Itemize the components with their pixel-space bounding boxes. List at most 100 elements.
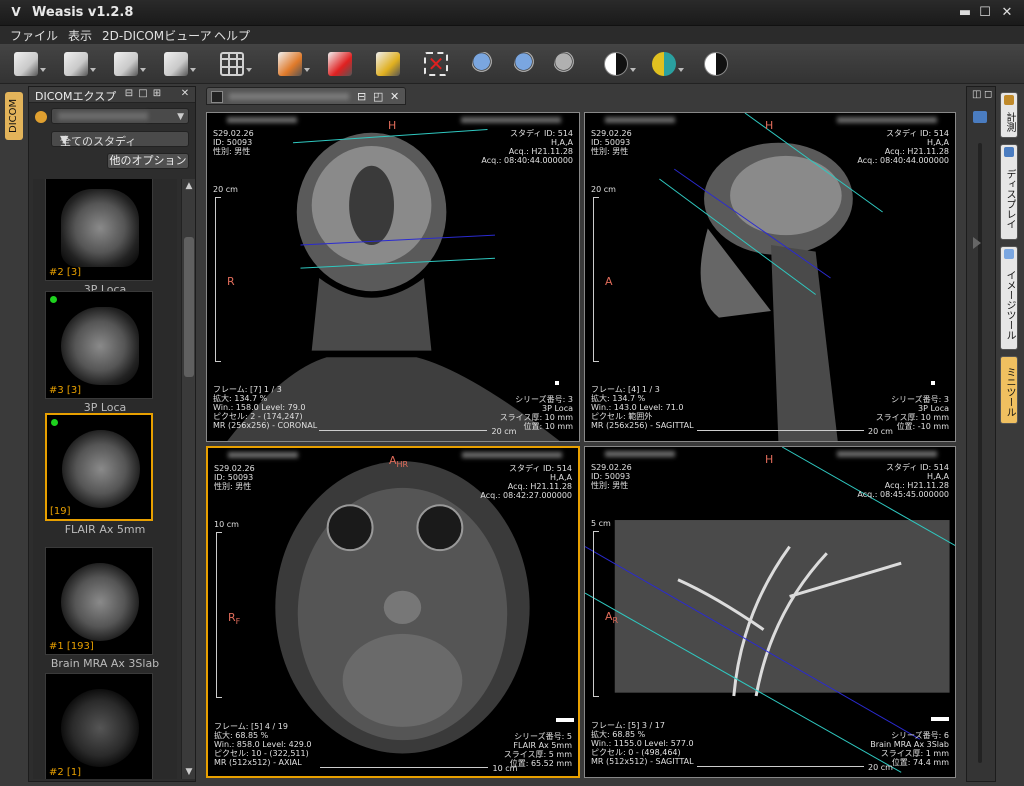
rotate-reset-button[interactable] xyxy=(326,50,354,78)
synchronize-icon xyxy=(278,52,302,76)
zoom-in-button[interactable] xyxy=(470,50,498,78)
other-options-button[interactable]: 他のオプション xyxy=(107,153,189,169)
zoom-fit-button[interactable] xyxy=(512,50,540,78)
zoom-actual-button[interactable] xyxy=(552,50,580,78)
lut-color-button[interactable] xyxy=(650,50,684,78)
vertical-scale-label: 10 cm xyxy=(214,520,239,529)
patient-name-blurred xyxy=(228,452,298,458)
tab-mini-tools-label: ミニツール xyxy=(1004,367,1015,417)
viewer-tab[interactable]: ⊟ ◰ ✕ xyxy=(206,87,406,105)
image-pane-mra[interactable]: H AR S29.02.26 ID: 50093 性別: 男性 スタディ ID: 51… xyxy=(584,446,956,778)
tab-minimize-button[interactable]: ⊟ xyxy=(357,90,366,103)
close-button[interactable]: ✕ xyxy=(998,4,1016,22)
thumbnail-scrollbar[interactable]: ▲ ▼ xyxy=(181,179,195,779)
explorer-minimize-button[interactable]: ⊟ xyxy=(123,88,135,99)
viewer-tab-icon xyxy=(211,91,223,103)
delete-annotation-button[interactable]: ✕ xyxy=(422,50,450,78)
slice-slider-knob[interactable] xyxy=(973,237,981,249)
right-dock: ◫ ◻ xyxy=(966,86,996,782)
dropdown-arrow-icon[interactable] xyxy=(678,68,684,72)
scroll-thumb[interactable] xyxy=(184,237,194,377)
invert-lut-icon xyxy=(704,52,728,76)
weasis-logo-icon: V xyxy=(11,5,21,19)
horizontal-ruler xyxy=(319,427,488,431)
export-dicom-button[interactable] xyxy=(112,50,146,78)
tab-close-button[interactable]: ✕ xyxy=(390,90,399,103)
orientation-left: AR xyxy=(605,609,619,625)
scroll-up-icon[interactable]: ▲ xyxy=(182,179,196,193)
series-thumbnail[interactable]: #2 [1] xyxy=(45,673,153,779)
frame-indicator xyxy=(931,717,949,721)
overlay-top-right: スタディ ID: 514 H,A,A Acq.: H21.11.28 Acq.:… xyxy=(857,129,949,165)
import-dicom-button[interactable] xyxy=(62,50,96,78)
slice-slider-track[interactable] xyxy=(978,143,982,763)
dock-layout-button[interactable]: ◫ xyxy=(972,89,981,100)
synchronize-button[interactable] xyxy=(276,50,310,78)
menu-view[interactable]: 表示 xyxy=(68,27,92,44)
menu-file[interactable]: ファイル xyxy=(10,27,58,44)
minimize-button[interactable]: ▬ xyxy=(956,4,974,22)
institution-blurred xyxy=(462,452,562,458)
overlay-bottom-right: シリーズ番号: 6 Brain MRA Ax 3Slab スライス厚: 1 mm… xyxy=(870,731,949,767)
series-thumbnail[interactable]: #1 [193] xyxy=(45,547,153,655)
study-select[interactable]: 全てのスタディ ▼ xyxy=(51,131,189,148)
explorer-title: DICOMエクスプ xyxy=(35,90,117,103)
title-bar: V Weasis v1.2.8 ▬ ☐ ✕ xyxy=(0,0,1024,26)
window-level-button[interactable] xyxy=(602,50,636,78)
dropdown-arrow-icon[interactable] xyxy=(190,68,196,72)
orientation-top: H xyxy=(388,119,397,132)
explorer-close-button[interactable]: ✕ xyxy=(179,88,191,99)
annotation-select-button[interactable] xyxy=(374,50,402,78)
series-thumbnail[interactable]: [19] xyxy=(45,413,153,521)
explorer-float-button[interactable]: ⊞ xyxy=(151,88,163,99)
dropdown-arrow-icon[interactable] xyxy=(246,68,252,72)
dicom-side-tab[interactable]: DICOM xyxy=(5,92,23,140)
series-sync-icon[interactable] xyxy=(973,111,987,123)
menu-2d-viewer[interactable]: 2D-DICOMビューア xyxy=(102,27,212,44)
tab-measure[interactable]: 計測 xyxy=(1000,92,1018,138)
window-title: Weasis v1.2.8 xyxy=(32,5,134,20)
layout-grid-button[interactable] xyxy=(218,50,252,78)
series-thumbnail[interactable]: #2 [3] xyxy=(45,179,153,281)
patient-select[interactable]: ▼ xyxy=(51,108,189,124)
dropdown-arrow-icon[interactable] xyxy=(40,68,46,72)
overlay-top-right: スタディ ID: 514 H,A,A Acq.: H21.11.28 Acq.:… xyxy=(481,129,573,165)
institution-blurred xyxy=(461,117,561,123)
dropdown-arrow-icon[interactable] xyxy=(304,68,310,72)
horizontal-ruler-label: 20 cm xyxy=(868,427,893,436)
invert-lut-button[interactable] xyxy=(702,50,730,78)
institution-blurred xyxy=(837,117,937,123)
frame-indicator xyxy=(555,381,559,385)
tab-mini-tools[interactable]: ミニツール xyxy=(1000,356,1018,424)
dropdown-arrow-icon[interactable] xyxy=(140,68,146,72)
loaded-indicator-dot xyxy=(50,296,57,303)
image-viewer-grid: H R S29.02.26 ID: 50093 性別: 男性 スタディ ID: 514… xyxy=(204,106,962,784)
dropdown-arrow-icon[interactable] xyxy=(630,68,636,72)
scroll-down-icon[interactable]: ▼ xyxy=(182,765,196,779)
maximize-button[interactable]: ☐ xyxy=(976,4,994,22)
import-dicom-icon xyxy=(64,52,88,76)
orientation-left: R xyxy=(227,274,235,288)
horizontal-ruler-label: 20 cm xyxy=(868,763,893,772)
tab-maximize-button[interactable]: ◰ xyxy=(373,90,383,103)
image-pane-sagittal[interactable]: H A S29.02.26 ID: 50093 性別: 男性 スタディ ID: 514… xyxy=(584,112,956,442)
open-dicom-cd-button[interactable] xyxy=(12,50,46,78)
menu-help[interactable]: ヘルプ xyxy=(214,27,250,44)
thumbnail-image xyxy=(61,307,139,385)
overlay-bottom-right: シリーズ番号: 5 FLAIR Ax 5mm スライス厚: 5 mm 位置: 6… xyxy=(503,732,572,768)
dropdown-arrow-icon[interactable] xyxy=(90,68,96,72)
explorer-maximize-button[interactable]: □ xyxy=(137,88,149,99)
image-pane-axial[interactable]: AHR RF S29.02.26 ID: 50093 性別: 男性 スタディ ID: … xyxy=(206,446,580,778)
dicom-send-button[interactable] xyxy=(162,50,196,78)
toolbar: ✕ xyxy=(0,44,1024,84)
image-pane-coronal[interactable]: H R S29.02.26 ID: 50093 性別: 男性 スタディ ID: 514… xyxy=(206,112,580,442)
patient-name-blurred xyxy=(58,112,148,120)
thumbnail-image xyxy=(61,563,139,641)
tab-display[interactable]: ディスプレイ xyxy=(1000,144,1018,240)
dicom-send-icon xyxy=(164,52,188,76)
orientation-top: H xyxy=(765,119,774,132)
dock-maximize-button[interactable]: ◻ xyxy=(984,89,992,100)
vertical-scale-bar xyxy=(593,197,599,362)
tab-image-tools[interactable]: イメージツール xyxy=(1000,246,1018,350)
series-thumbnail[interactable]: #3 [3] xyxy=(45,291,153,399)
